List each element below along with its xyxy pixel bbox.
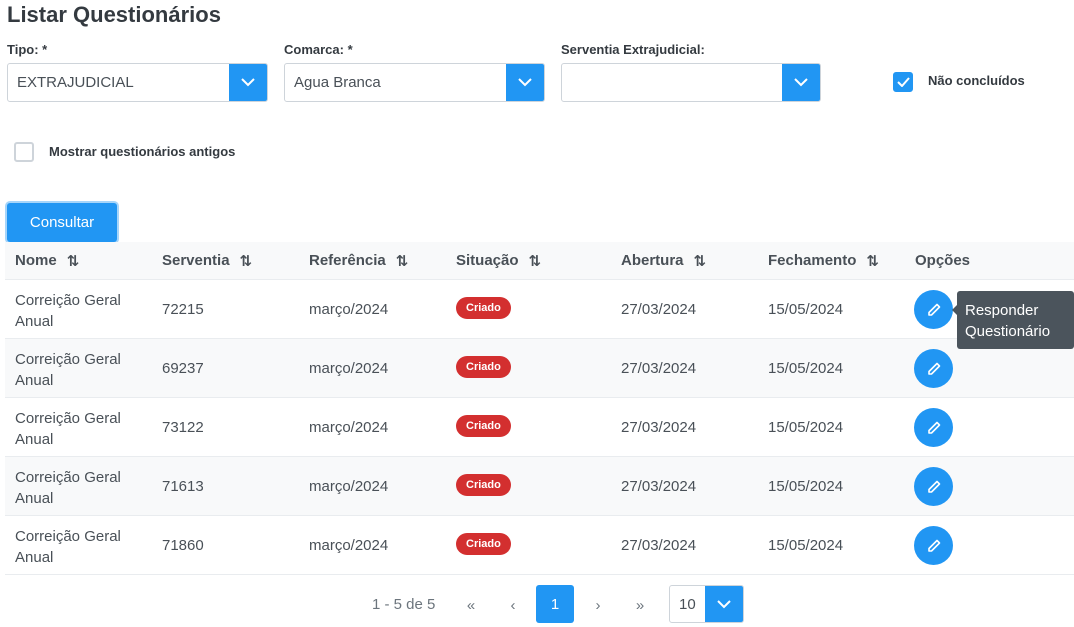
responder-button[interactable] [914,526,953,565]
sort-icon: ⇅ [866,252,879,270]
cell-nome: Correição Geral Anual [15,469,121,507]
column-header-fechamento[interactable]: Fechamento ⇅ [768,252,879,270]
cell-fechamento: 15/05/2024 [768,478,844,495]
cell-fechamento: 15/05/2024 [768,537,844,554]
cell-referencia: março/2024 [309,478,389,495]
comarca-label: Comarca: * [284,42,353,57]
cell-abertura: 27/03/2024 [621,537,697,554]
cell-referencia: março/2024 [309,419,389,436]
column-header-serventia[interactable]: Serventia ⇅ [162,252,252,270]
pagination-summary: 1 - 5 de 5 [372,596,436,613]
sort-icon: ⇅ [693,252,707,270]
chevron-down-icon[interactable] [506,64,544,101]
sort-icon: ⇅ [395,252,409,270]
responder-button[interactable] [914,290,953,329]
chevron-down-icon[interactable] [705,586,743,622]
sort-icon: ⇅ [239,252,253,270]
cell-abertura: 27/03/2024 [621,478,697,495]
nao-concluidos-label: Não concluídos [928,73,1025,88]
status-badge: Criado [456,533,511,555]
status-badge: Criado [456,474,511,496]
cell-fechamento: 15/05/2024 [768,360,844,377]
chevron-down-icon[interactable] [782,64,820,101]
status-badge: Criado [456,415,511,437]
cell-referencia: março/2024 [309,301,389,318]
cell-nome: Correição Geral Anual [15,351,121,389]
table-row: Correição Geral Anual 69237 março/2024 C… [5,339,1074,398]
serventia-value [562,64,782,101]
column-header-nome[interactable]: Nome ⇅ [15,252,79,270]
chevron-down-icon[interactable] [229,64,267,101]
mostrar-antigos-label: Mostrar questionários antigos [49,144,236,159]
serventia-label: Serventia Extrajudicial: [561,42,705,57]
page-title: Listar Questionários [7,2,221,27]
cell-abertura: 27/03/2024 [621,360,697,377]
table-header: Nome ⇅ Serventia ⇅ Referência ⇅ Situação ⇅ A… [5,242,1074,280]
cell-serventia: 71860 [162,537,204,554]
cell-nome: Correição Geral Anual [15,528,121,566]
responder-tooltip: Responder Questionário [957,291,1074,349]
cell-serventia: 73122 [162,419,204,436]
page-button-current[interactable]: 1 [536,585,574,623]
tipo-dropdown[interactable]: EXTRAJUDICIAL [7,63,268,102]
next-page-icon[interactable]: › [586,593,610,617]
comarca-dropdown[interactable]: Agua Branca [284,63,545,102]
table-row: Correição Geral Anual 73122 março/2024 C… [5,398,1074,457]
cell-nome: Correição Geral Anual [15,410,121,448]
consultar-button[interactable]: Consultar [7,203,117,242]
pencil-icon [927,539,940,552]
column-header-referencia[interactable]: Referência ⇅ [309,252,408,270]
questionarios-table: Nome ⇅ Serventia ⇅ Referência ⇅ Situação ⇅ A… [5,242,1074,575]
status-badge: Criado [456,297,511,319]
tipo-label: Tipo: * [7,42,48,57]
last-page-icon[interactable]: » [628,593,652,617]
cell-referencia: março/2024 [309,360,389,377]
column-header-abertura[interactable]: Abertura ⇅ [621,252,706,270]
sort-icon: ⇅ [66,252,80,270]
cell-fechamento: 15/05/2024 [768,301,844,318]
rows-per-page-dropdown[interactable]: 10 [669,585,744,623]
comarca-value: Agua Branca [294,74,381,91]
table-row: Correição Geral Anual 71860 março/2024 C… [5,516,1074,575]
mostrar-antigos-checkbox[interactable] [14,142,34,162]
status-badge: Criado [456,356,511,378]
sort-icon: ⇅ [528,252,542,270]
pencil-icon [927,480,940,493]
cell-serventia: 71613 [162,478,204,495]
pencil-icon [927,362,940,375]
cell-serventia: 69237 [162,360,204,377]
serventia-dropdown[interactable] [561,63,821,102]
rows-per-page-value: 10 [679,596,696,613]
column-header-situacao[interactable]: Situação ⇅ [456,252,541,270]
responder-button[interactable] [914,467,953,506]
responder-button[interactable] [914,408,953,447]
cell-abertura: 27/03/2024 [621,301,697,318]
column-header-opcoes: Opções [915,252,971,269]
table-row: Correição Geral Anual 72215 março/2024 C… [5,280,1074,339]
table-row: Correição Geral Anual 71613 março/2024 C… [5,457,1074,516]
check-icon [896,77,910,87]
pencil-icon [927,421,940,434]
tipo-value: EXTRAJUDICIAL [17,74,134,91]
nao-concluidos-checkbox[interactable] [893,72,913,92]
responder-button[interactable] [914,349,953,388]
cell-abertura: 27/03/2024 [621,419,697,436]
cell-serventia: 72215 [162,301,204,318]
cell-fechamento: 15/05/2024 [768,419,844,436]
cell-nome: Correição Geral Anual [15,292,121,330]
pencil-icon [927,303,940,316]
first-page-icon[interactable]: « [459,593,483,617]
cell-referencia: março/2024 [309,537,389,554]
prev-page-icon[interactable]: ‹ [501,593,525,617]
